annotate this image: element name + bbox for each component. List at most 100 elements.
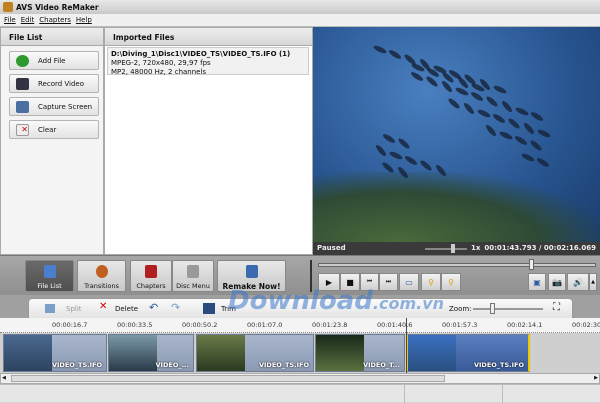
fish-shape <box>498 130 514 141</box>
scrollbar-thumb[interactable] <box>11 375 445 382</box>
scroll-right-icon[interactable]: ▶ <box>594 375 598 381</box>
ruler-tick: 00:00:50.2 <box>182 321 218 329</box>
fish-shape <box>372 44 388 55</box>
fish-shape <box>491 112 507 125</box>
disc-menu-tab[interactable]: Disc Menu <box>172 260 214 292</box>
fish-shape <box>507 117 521 130</box>
record-video-button[interactable]: Record Video <box>9 74 99 93</box>
trim-button[interactable]: Trim <box>221 305 236 313</box>
speed-slider[interactable] <box>425 248 467 250</box>
main-toolbar: File List Transitions Chapters Disc Menu… <box>0 255 600 295</box>
next-frame-button[interactable]: ⏭ <box>379 273 398 291</box>
zoom-slider[interactable] <box>473 308 543 310</box>
mark-in-button[interactable]: ⚲ <box>421 273 441 291</box>
caret-up-icon: ▲ <box>591 279 595 285</box>
file-list-icon <box>43 265 56 278</box>
chapters-tab[interactable]: Chapters <box>130 260 172 292</box>
undo-button[interactable]: ↶ <box>149 301 158 314</box>
ruler-tick: 00:01:40.6 <box>377 321 413 329</box>
redo-button[interactable]: ↷ <box>171 301 180 314</box>
tab-label: File List <box>37 282 62 290</box>
zoom-slider-thumb[interactable] <box>490 303 495 314</box>
fish-shape <box>492 84 508 95</box>
clear-button[interactable]: ✕ Clear <box>9 120 99 139</box>
timeline-toolbar: Split ✕ Delete ↶ ↷ Trim Zoom: ⛶ <box>28 298 573 318</box>
file-list-header: File List <box>1 28 103 46</box>
plus-circle-icon <box>16 55 29 67</box>
stop-button[interactable]: ■ <box>340 273 360 291</box>
add-file-button[interactable]: Add File <box>9 51 99 70</box>
camera-icon: 📷 <box>552 277 562 287</box>
imported-file-item[interactable]: D:\Diving_1\Disc1\VIDEO_TS\VIDEO_TS.IFO … <box>107 47 309 76</box>
fish-shape <box>520 152 536 163</box>
remake-now-button[interactable]: Remake Now! <box>217 260 286 292</box>
split-button[interactable]: Split <box>66 305 82 313</box>
speaker-icon: 🔊 <box>573 277 583 287</box>
menu-bar: File Edit Chapters Help <box>0 14 600 27</box>
title-bar: AVS Video ReMaker <box>0 0 600 14</box>
divider <box>310 260 312 292</box>
ruler-tick: 00:01:23.8 <box>312 321 348 329</box>
fish-shape <box>529 139 543 152</box>
speed-slider-thumb[interactable] <box>451 244 455 253</box>
ruler-tick: 00:00:33.5 <box>117 321 153 329</box>
scroll-left-icon[interactable]: ◀ <box>2 375 6 381</box>
video-info: MPEG-2, 720x480, 29,97 fps <box>111 59 211 67</box>
volume-button[interactable]: 🔊 <box>567 273 589 291</box>
fish-shape <box>484 123 498 138</box>
fish-shape <box>469 90 485 103</box>
seek-bar[interactable] <box>318 263 596 267</box>
play-button[interactable]: ▶ <box>318 273 340 291</box>
button-label: Capture Screen <box>38 102 93 111</box>
button-label: Remake Now! <box>222 282 281 291</box>
speed-value: 1x <box>471 244 481 252</box>
timeline-clip[interactable]: VIDEO_T... <box>315 334 405 372</box>
timeline-clip[interactable]: VIDEO_TS.IFO <box>3 334 107 372</box>
status-bar <box>0 384 600 403</box>
seek-thumb[interactable] <box>529 259 535 270</box>
timeline-scrollbar[interactable]: ◀ ▶ <box>0 373 600 384</box>
previous-frame-button[interactable]: ⏮ <box>360 273 379 291</box>
menu-help[interactable]: Help <box>76 16 92 24</box>
timeline-clip[interactable]: VIDEO_... <box>108 334 194 372</box>
fish-shape <box>403 154 419 167</box>
previous-icon: ⏮ <box>366 278 373 285</box>
play-icon: ▶ <box>325 277 333 287</box>
timeline-clip[interactable]: VIDEO_TS.IFO <box>196 334 314 372</box>
app-icon <box>3 2 13 12</box>
snapshot-button[interactable]: 📷 <box>548 273 566 291</box>
monitor-icon <box>16 101 29 113</box>
ruler-tick: 00:01:57.3 <box>442 321 478 329</box>
timeline-clip[interactable]: VIDEO_TS.IFO <box>406 334 530 372</box>
fish-shape <box>374 143 388 158</box>
clip-label: VIDEO_T... <box>363 361 400 369</box>
fish-shape <box>522 121 536 136</box>
menu-chapters[interactable]: Chapters <box>39 16 71 24</box>
ruler-tick: 00:02:30 <box>572 321 600 329</box>
capture-screen-button[interactable]: Capture Screen <box>9 97 99 116</box>
volume-dropdown[interactable]: ▲ <box>589 273 597 291</box>
menu-edit[interactable]: Edit <box>21 16 35 24</box>
transitions-icon <box>95 265 108 278</box>
fullscreen-preview-button[interactable]: ▭ <box>399 273 419 291</box>
clip-label: VIDEO_TS.IFO <box>258 361 309 369</box>
fish-shape <box>387 48 403 61</box>
imported-files-header: Imported Files <box>105 28 312 46</box>
fish-shape <box>388 150 404 161</box>
timeline-ruler: 00:00:16.7 00:00:33.5 00:00:50.2 00:01:07.0… <box>0 318 600 333</box>
menu-file[interactable]: File <box>4 16 16 24</box>
clear-doc-icon: ✕ <box>16 124 29 136</box>
fish-shape <box>485 95 499 108</box>
aspect-button[interactable]: ▣ <box>528 273 546 291</box>
file-list-tab[interactable]: File List <box>25 260 74 292</box>
fit-timeline-button[interactable]: ⛶ <box>553 302 560 313</box>
tab-label: Transitions <box>84 282 119 290</box>
clip-thumbnail <box>197 335 245 371</box>
film-icon: ▭ <box>405 277 413 287</box>
fish-shape <box>447 97 461 110</box>
fish-shape <box>409 70 425 83</box>
mark-out-button[interactable]: ⚲ <box>441 273 461 291</box>
delete-button[interactable]: Delete <box>115 305 138 313</box>
clip-thumbnail <box>4 335 52 371</box>
transitions-tab[interactable]: Transitions <box>77 260 126 292</box>
